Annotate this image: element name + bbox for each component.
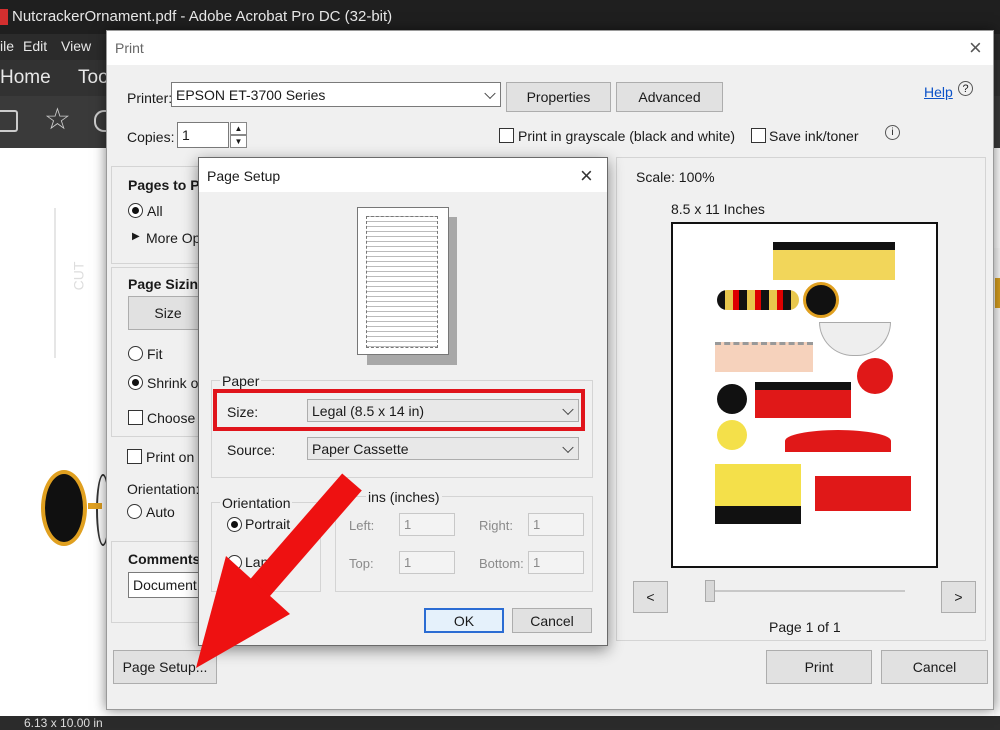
arrow-shaft [248, 473, 362, 599]
annotation-arrow [196, 473, 362, 668]
